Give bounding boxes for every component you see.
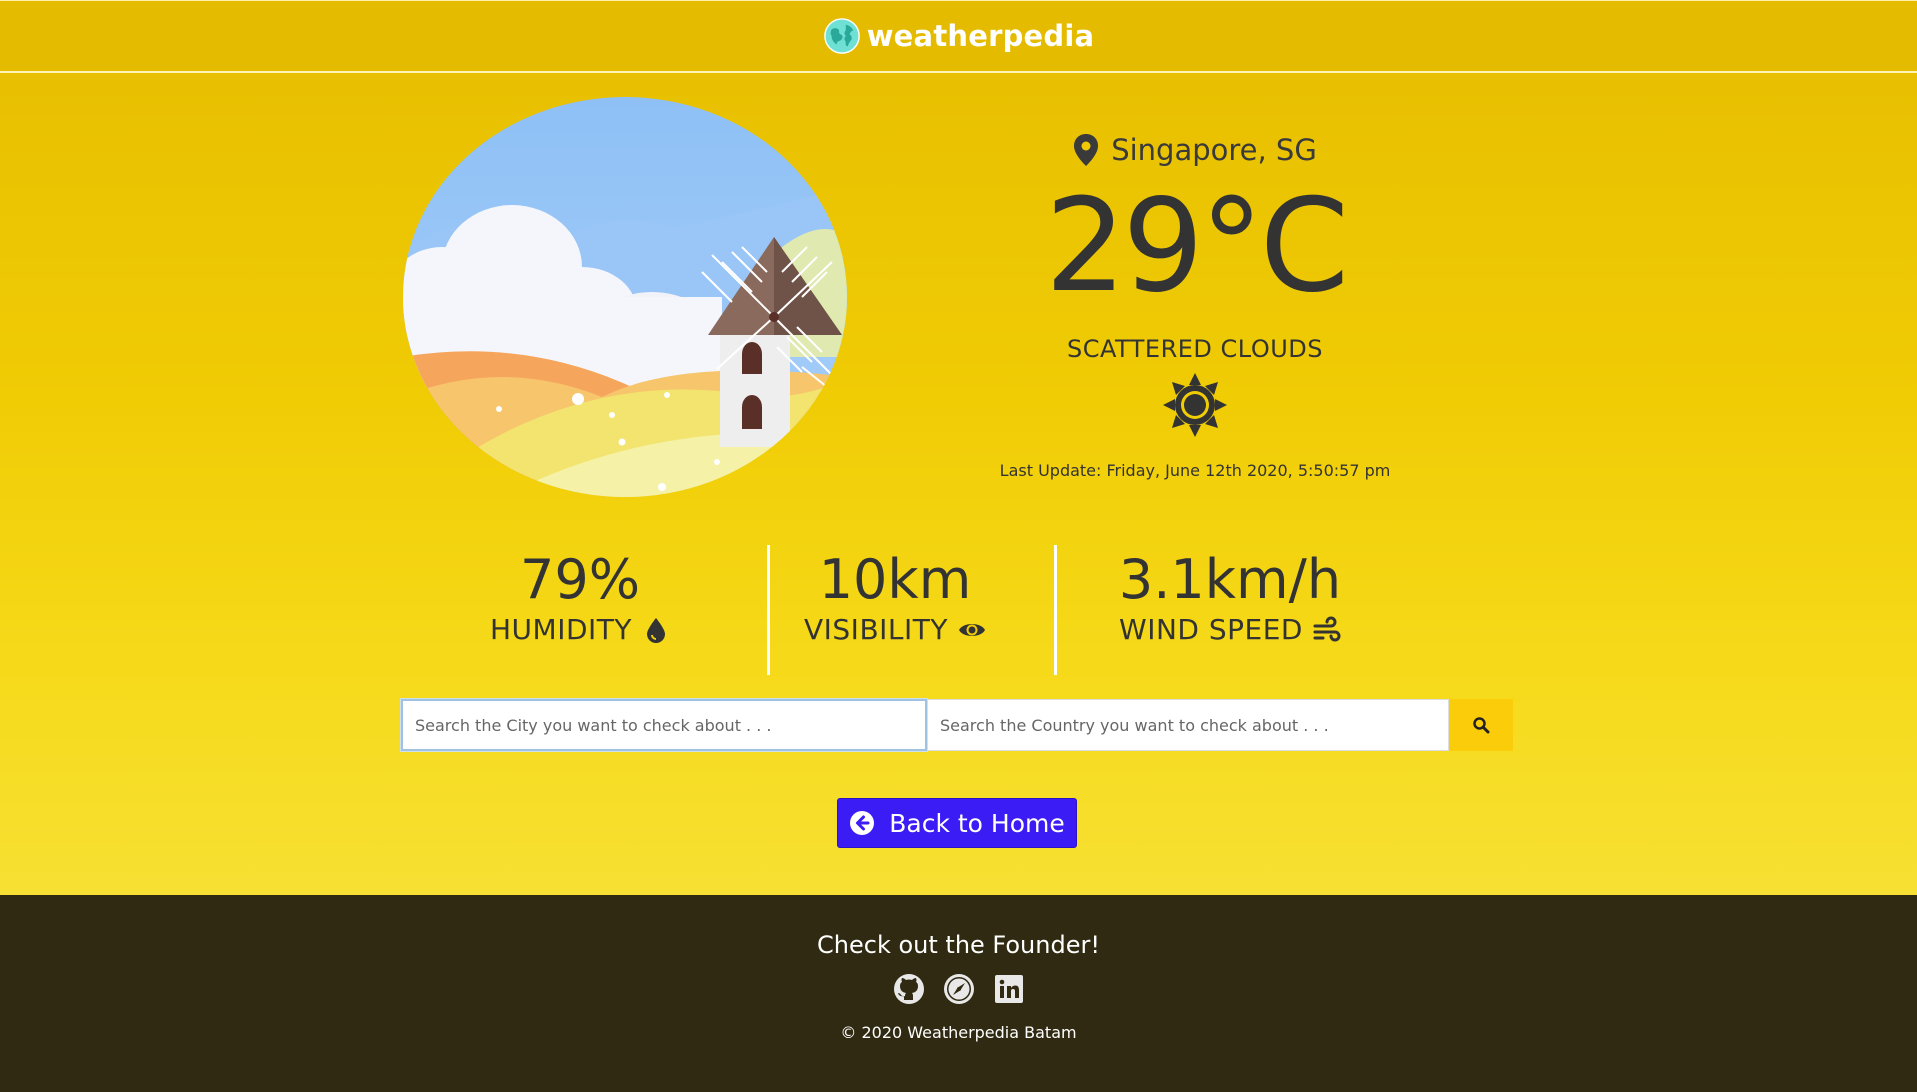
social-links <box>0 973 1917 1005</box>
humidity-label-row: HUMIDITY <box>440 613 720 646</box>
compass-icon[interactable] <box>943 973 975 1005</box>
github-icon[interactable] <box>893 973 925 1005</box>
weather-illustration <box>403 97 847 497</box>
brand[interactable]: weatherpedia <box>823 17 1095 55</box>
wind-label: WIND SPEED <box>1119 613 1303 646</box>
back-to-home-label: Back to Home <box>889 808 1065 838</box>
page-background <box>0 0 1917 895</box>
navbar: weatherpedia <box>0 0 1917 73</box>
wind-label-row: WIND SPEED <box>1105 613 1355 646</box>
search-bar <box>401 699 1513 751</box>
back-to-home-button[interactable]: Back to Home <box>837 798 1077 848</box>
wind-icon <box>1313 616 1341 641</box>
arrow-circle-left-icon <box>850 811 875 835</box>
wind-value: 3.1km/h <box>1118 548 1342 611</box>
search-button[interactable] <box>1449 699 1513 751</box>
stats-divider <box>767 545 770 675</box>
eye-icon <box>958 623 985 636</box>
weather-condition: SCATTERED CLOUDS <box>1066 335 1323 363</box>
country-search-input[interactable] <box>927 699 1449 751</box>
brand-name: weatherpedia <box>866 19 1095 53</box>
linkedin-icon[interactable] <box>993 973 1025 1005</box>
humidity-value: 79% <box>519 548 641 611</box>
footer-title: Check out the Founder! <box>817 931 1100 959</box>
globe-icon <box>823 18 860 54</box>
stats-divider <box>1054 545 1057 675</box>
humidity-stat: 79% HUMIDITY <box>440 545 720 646</box>
visibility-label: VISIBILITY <box>804 613 948 646</box>
copyright: © 2020 Weatherpedia Batam <box>840 1023 1077 1042</box>
temperature: 29°C <box>1044 172 1349 321</box>
visibility-label-row: VISIBILITY <box>795 613 995 646</box>
weather-stats: 79% HUMIDITY 10km VISIBILITY 3.1km/h WIN… <box>440 545 1480 675</box>
sun-icon <box>1163 373 1227 437</box>
droplet-icon <box>647 617 665 643</box>
city-search-input[interactable] <box>401 699 927 751</box>
search-icon <box>1473 717 1490 734</box>
last-update: Last Update: Friday, June 12th 2020, 5:5… <box>999 461 1391 480</box>
footer: Check out the Founder! © 2020 Weatherped… <box>0 895 1917 1092</box>
map-pin-icon <box>1074 134 1099 166</box>
visibility-value: 10km <box>818 548 972 611</box>
wind-stat: 3.1km/h WIND SPEED <box>1105 545 1355 646</box>
visibility-stat: 10km VISIBILITY <box>795 545 995 646</box>
location: Singapore, SG <box>960 120 1430 180</box>
location-text: Singapore, SG <box>1111 133 1317 167</box>
current-weather: Singapore, SG 29°C SCATTERED CLOUDS Last… <box>960 120 1430 480</box>
humidity-label: HUMIDITY <box>490 613 632 646</box>
